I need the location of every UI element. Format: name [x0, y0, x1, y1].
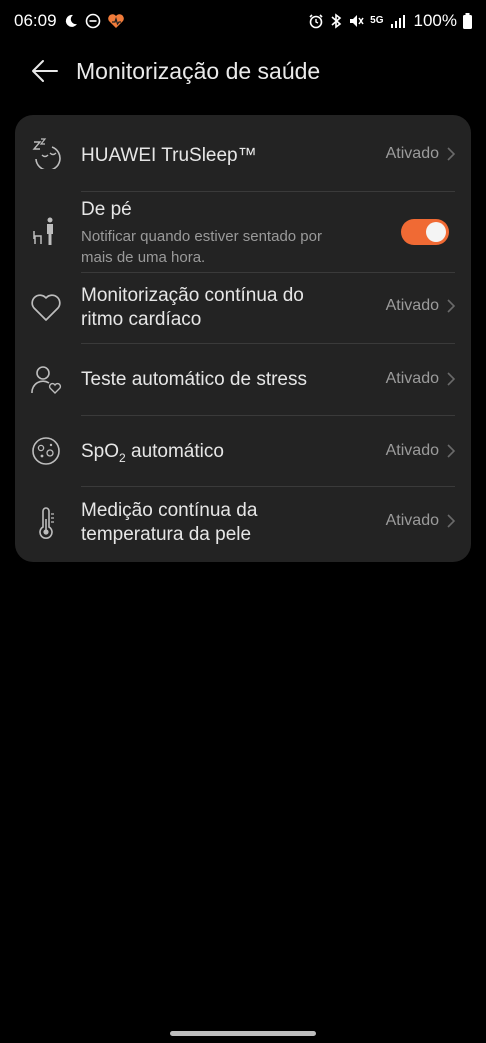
heart-rate-status-label: Ativado: [385, 297, 439, 314]
settings-card: HUAWEI TruSleep™ Ativado De pé Notificar…: [15, 115, 471, 562]
status-bar: 06:09 5G 100%: [0, 0, 486, 42]
standing-icon: [29, 214, 63, 248]
chevron-right-icon: [447, 299, 455, 313]
chevron-right-icon: [447, 147, 455, 161]
trusleep-row[interactable]: HUAWEI TruSleep™ Ativado: [15, 115, 471, 191]
header: Monitorização de saúde: [0, 48, 486, 94]
skin-temperature-title-line1: Medição contínua da: [81, 500, 258, 521]
home-indicator[interactable]: [170, 1031, 316, 1036]
trusleep-status: Ativado: [386, 145, 455, 163]
sleep-icon: [29, 136, 63, 170]
heart-rate-title-line2: ritmo cardíaco: [81, 309, 202, 330]
stress-status-label: Ativado: [385, 370, 439, 387]
arrow-left-icon: [32, 60, 58, 82]
standing-reminder-row: De pé Notificar quando estiver sentado p…: [15, 192, 471, 272]
battery-percentage: 100%: [413, 11, 457, 30]
standing-title: De pé: [81, 199, 132, 220]
standing-toggle[interactable]: [401, 219, 449, 245]
heart-rate-row[interactable]: Monitorização contínua do ritmo cardíaco…: [15, 273, 471, 343]
standing-description: Notificar quando estiver sentado por mai…: [81, 226, 322, 268]
mute-icon: [348, 13, 364, 29]
health-app-icon: [107, 13, 125, 29]
chevron-right-icon: [447, 514, 455, 528]
stress-row[interactable]: Teste automático de stress Ativado: [15, 344, 471, 415]
back-button[interactable]: [28, 54, 62, 88]
alarm-icon: [308, 13, 324, 29]
spo2-icon: [29, 434, 63, 468]
heart-rate-status: Ativado: [386, 297, 455, 315]
spo2-title-subscript: 2: [119, 450, 126, 465]
spo2-title-prefix: SpO: [81, 441, 120, 462]
skin-temperature-status-label: Ativado: [385, 512, 439, 529]
status-time: 06:09: [14, 11, 57, 30]
skin-temperature-title-line2: temperatura da pele: [81, 524, 252, 545]
skin-temperature-status: Ativado: [386, 512, 455, 530]
stress-status: Ativado: [386, 370, 455, 388]
spo2-status: Ativado: [386, 442, 455, 460]
moon-icon: [63, 13, 79, 29]
skin-temperature-row[interactable]: Medição contínua da temperatura da pele …: [15, 487, 471, 562]
page-title: Monitorização de saúde: [76, 57, 321, 84]
trusleep-title: HUAWEI TruSleep™: [81, 145, 257, 166]
bluetooth-icon: [330, 13, 342, 29]
spo2-title: SpO2 automático: [81, 440, 224, 470]
heart-icon: [29, 291, 63, 325]
standing-description-line2: mais de uma hora.: [81, 249, 206, 266]
chevron-right-icon: [447, 444, 455, 458]
stress-icon: [29, 363, 63, 397]
network-5g-icon: 5G: [370, 15, 384, 26]
battery-icon: [463, 13, 472, 29]
do-not-disturb-icon: [85, 13, 101, 29]
toggle-knob: [426, 222, 446, 242]
chevron-right-icon: [447, 372, 455, 386]
spo2-row[interactable]: SpO2 automático Ativado: [15, 416, 471, 486]
trusleep-status-label: Ativado: [385, 145, 439, 162]
signal-icon: [390, 14, 406, 28]
spo2-title-suffix: automático: [125, 441, 224, 462]
thermometer-icon: [29, 507, 63, 541]
heart-rate-title-line1: Monitorização contínua do: [81, 285, 304, 306]
stress-title: Teste automático de stress: [81, 369, 307, 390]
spo2-status-label: Ativado: [385, 442, 439, 459]
standing-description-line1: Notificar quando estiver sentado por: [81, 228, 322, 245]
